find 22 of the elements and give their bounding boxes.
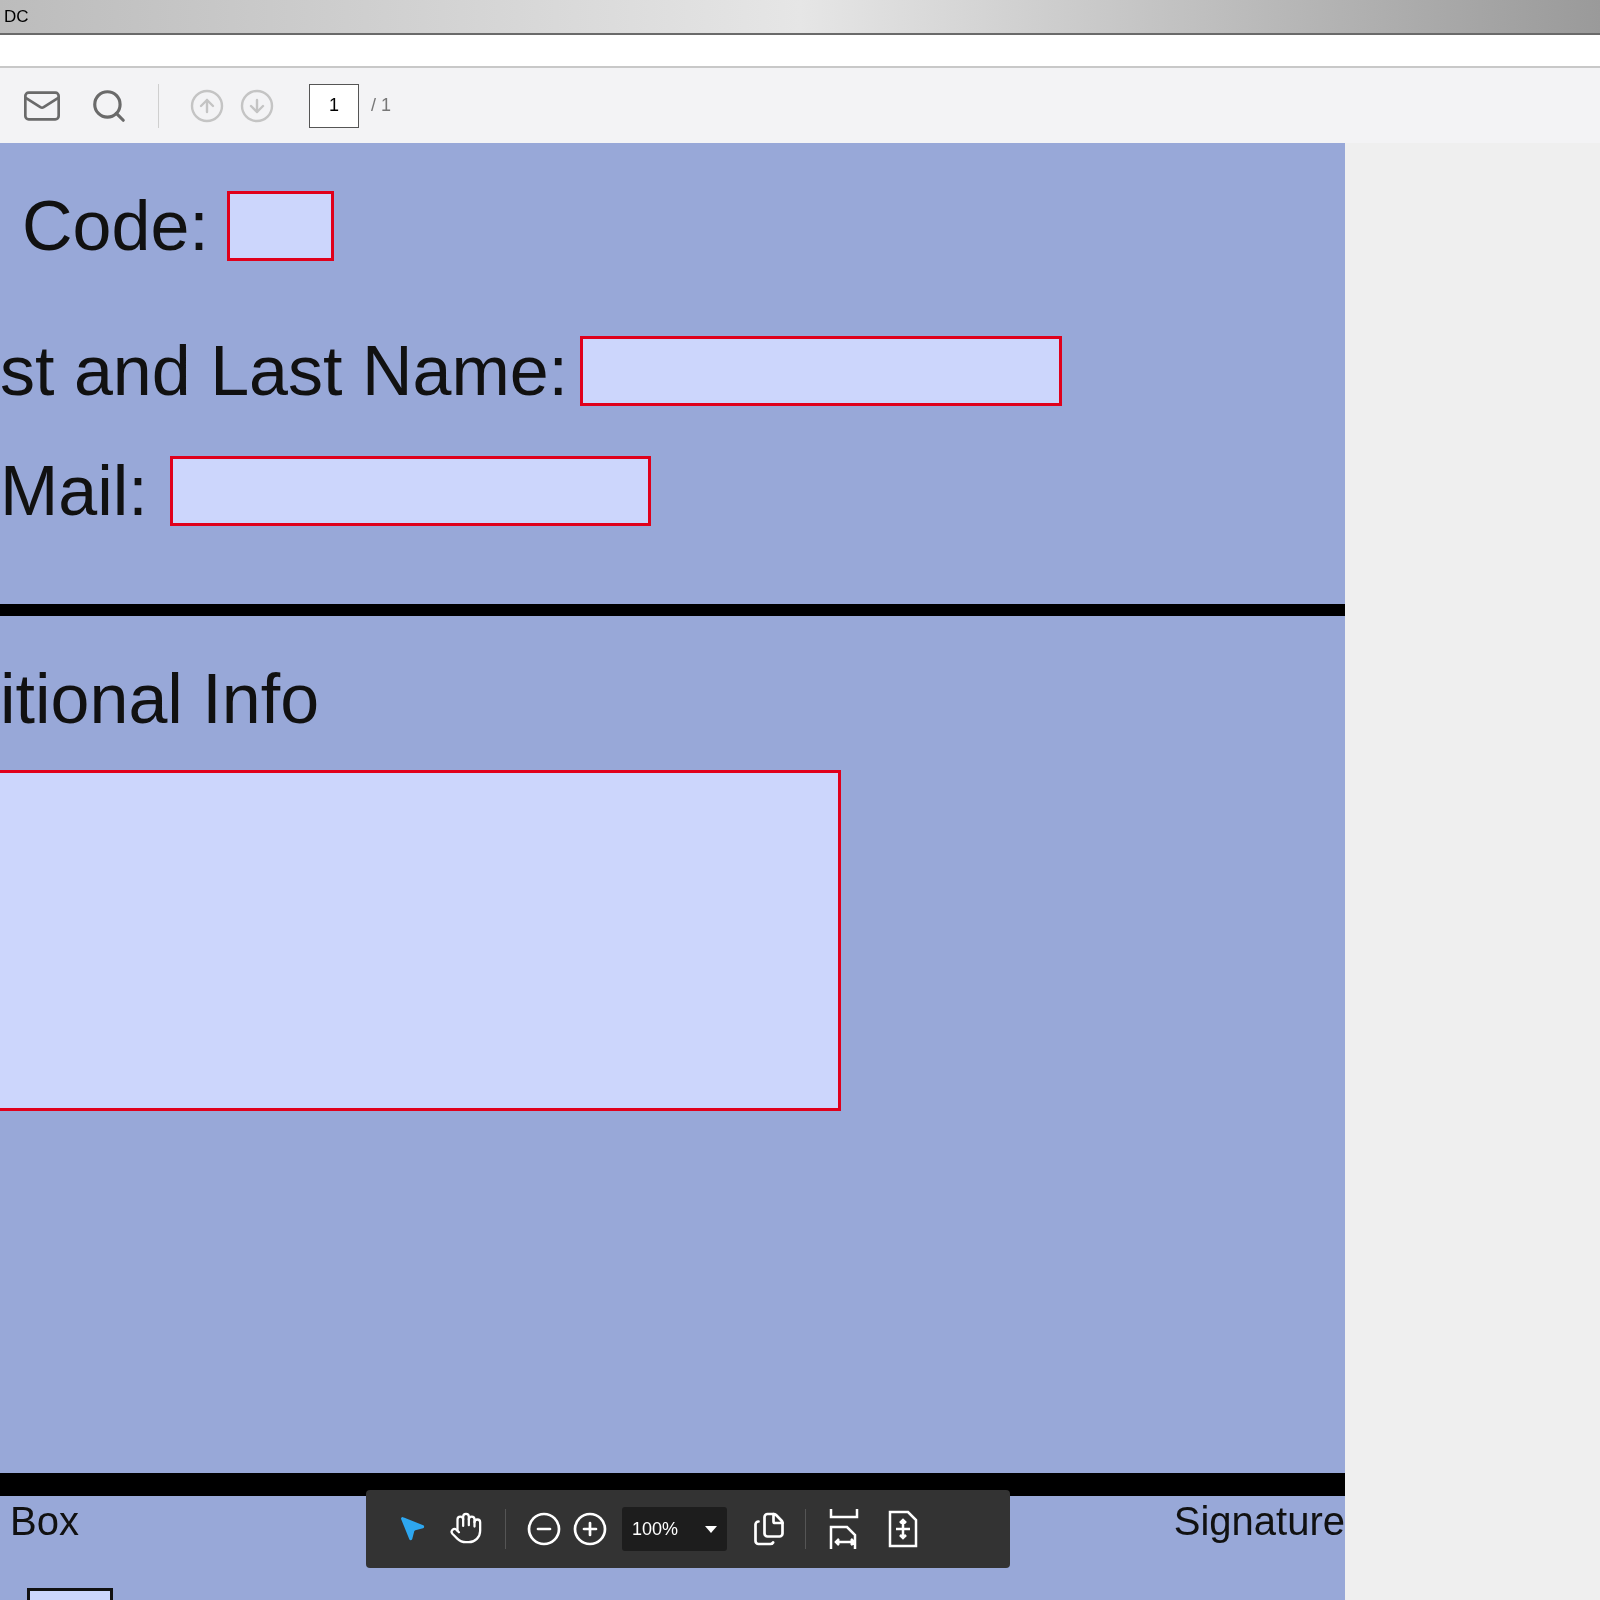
pages-button[interactable] [751,1511,787,1547]
field-label: Code: [22,191,209,261]
signature-label: Signature [1173,1498,1345,1545]
input-field[interactable] [226,191,334,261]
section-title: itional Info [0,664,321,734]
field-label: st and Last Name: [0,336,569,406]
fit-width-button[interactable] [828,1509,860,1549]
input-field[interactable] [169,456,651,526]
fit-page-icon [888,1510,918,1548]
zoom-dropdown[interactable]: 100% [622,1507,727,1551]
field-label: Mail: [0,456,148,526]
text-area-field[interactable] [0,770,841,1111]
page-count: / 1 [371,94,391,117]
window-title: DC [4,5,29,28]
fit-page-button[interactable] [888,1510,918,1548]
zoom-in-button[interactable] [572,1511,608,1547]
page-number-field[interactable]: 1 [309,83,359,128]
caret-icon [705,1525,717,1533]
zoom-out-button[interactable] [526,1511,562,1547]
input-field[interactable] [580,336,1063,406]
box-label: Box [9,1498,79,1545]
fit-width-icon [828,1509,860,1549]
